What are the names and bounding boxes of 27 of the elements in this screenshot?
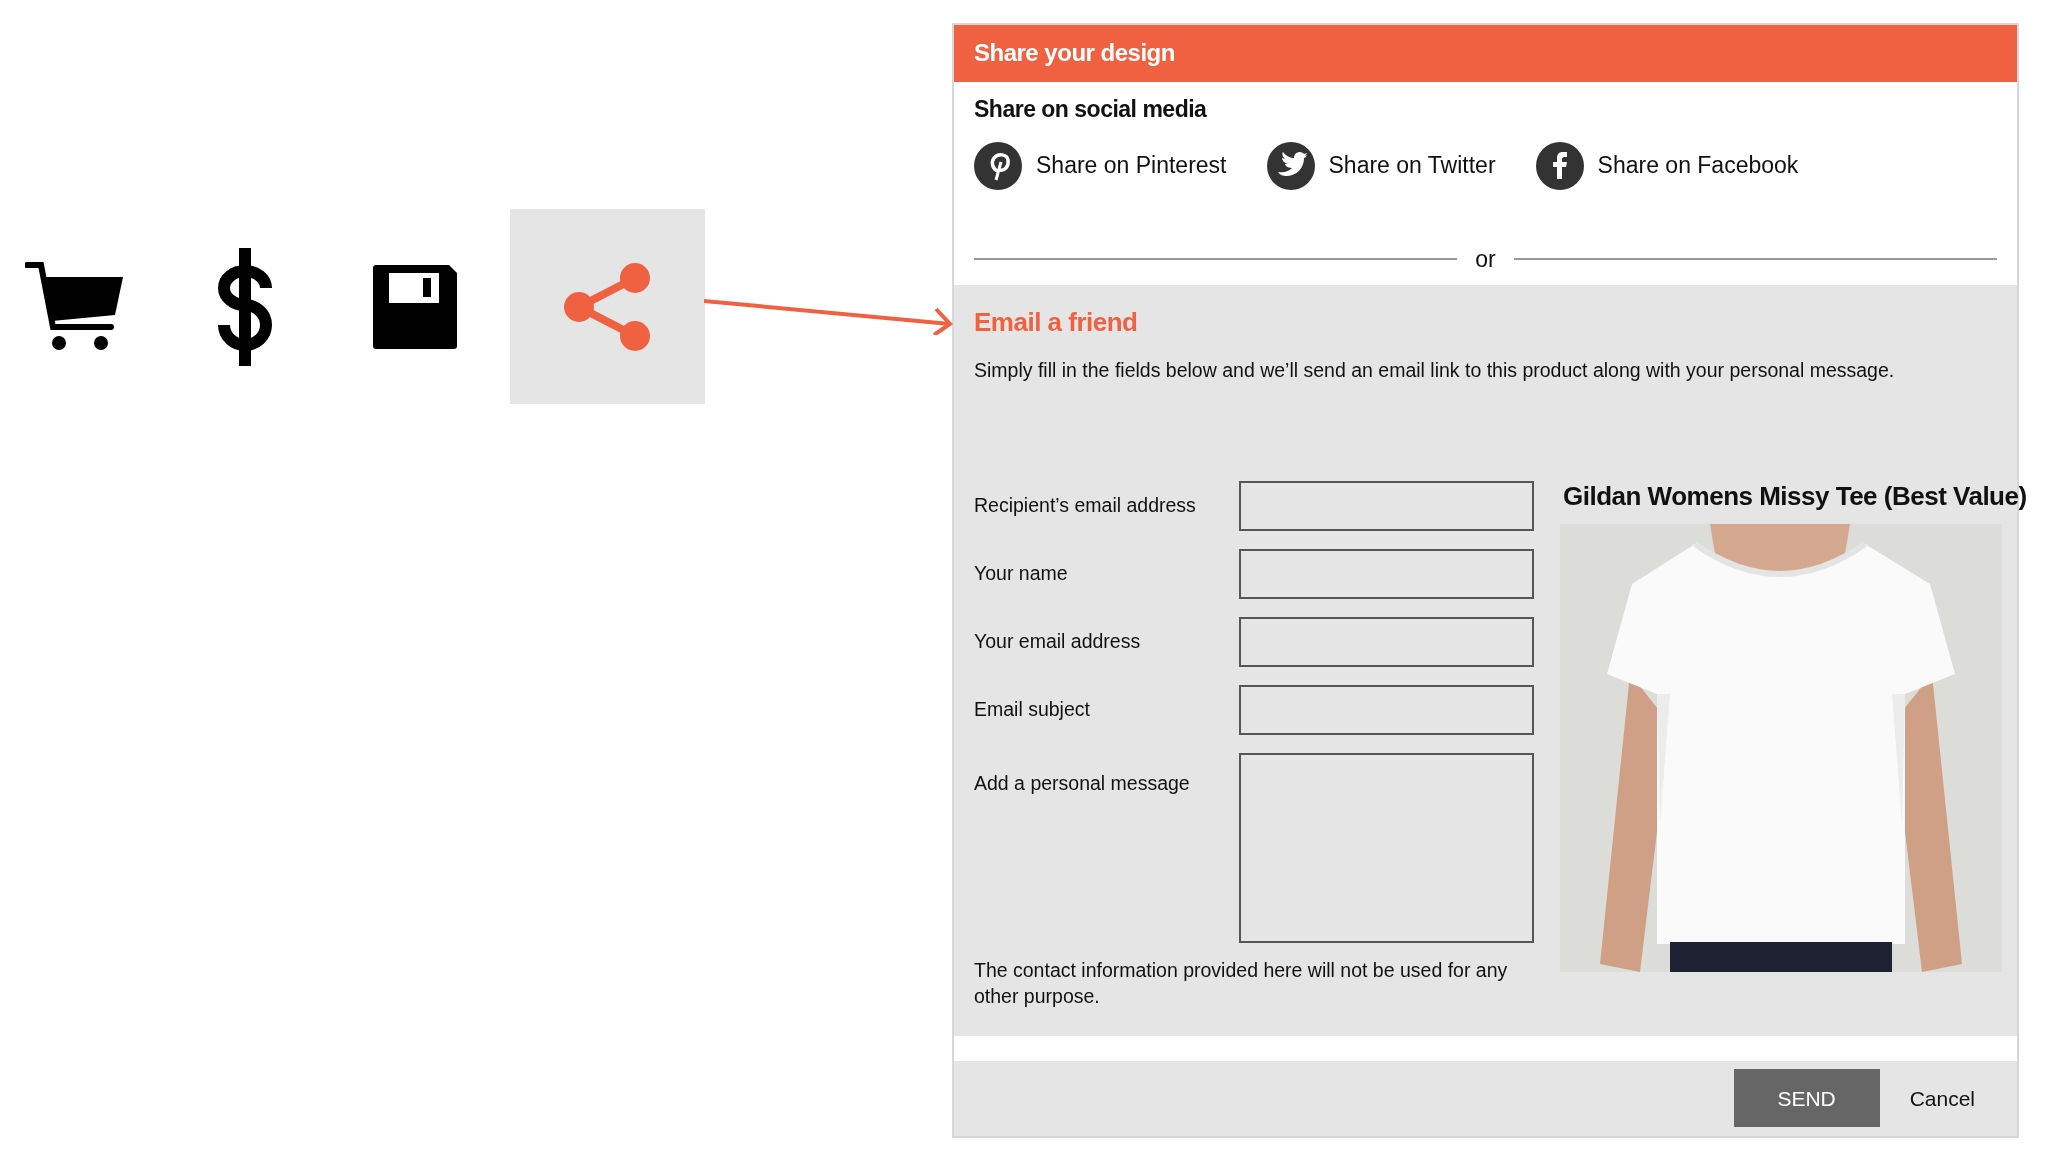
field-label: Add a personal message (974, 770, 1191, 796)
share-link[interactable]: Share on Pinterest (974, 141, 1227, 190)
field-label: Recipient’s email address (974, 493, 1197, 519)
input-field[interactable] (1239, 616, 1534, 667)
pinterest-icon (974, 141, 1022, 190)
product-title: Gildan Womens Missy Tee (Best Value) (1563, 480, 2027, 513)
intro-text: Simply fill in the fields below and we’ll send an email link to this product along with your personal message. (974, 357, 1896, 383)
field-label: Email subject (974, 697, 1091, 723)
share-link[interactable]: Share on Twitter (1266, 141, 1496, 190)
facebook-icon (1535, 141, 1584, 190)
field-label: Your email address (974, 629, 1142, 655)
cancel-link[interactable]: Cancel (1909, 1082, 1975, 1114)
cart-icon (25, 260, 125, 353)
input-field[interactable] (1239, 548, 1534, 599)
divider-text: or (1475, 245, 1496, 274)
field-label: Your name (974, 561, 1069, 587)
send-button[interactable]: SEND (1733, 1069, 1880, 1128)
input-field[interactable] (1239, 480, 1534, 531)
privacy-note: The contact information provided here will not be used for any other purpose. (974, 957, 1509, 1009)
input-field[interactable] (1239, 684, 1534, 735)
message-field[interactable] (1239, 752, 1534, 943)
section-heading: Email a friend (974, 306, 1139, 338)
section-heading: Share on social media (974, 96, 1208, 124)
dialog-title: Share your design (954, 25, 2017, 82)
share-link[interactable]: Share on Facebook (1535, 141, 1799, 190)
share-icon (562, 261, 653, 352)
bird-icon (1266, 141, 1315, 190)
